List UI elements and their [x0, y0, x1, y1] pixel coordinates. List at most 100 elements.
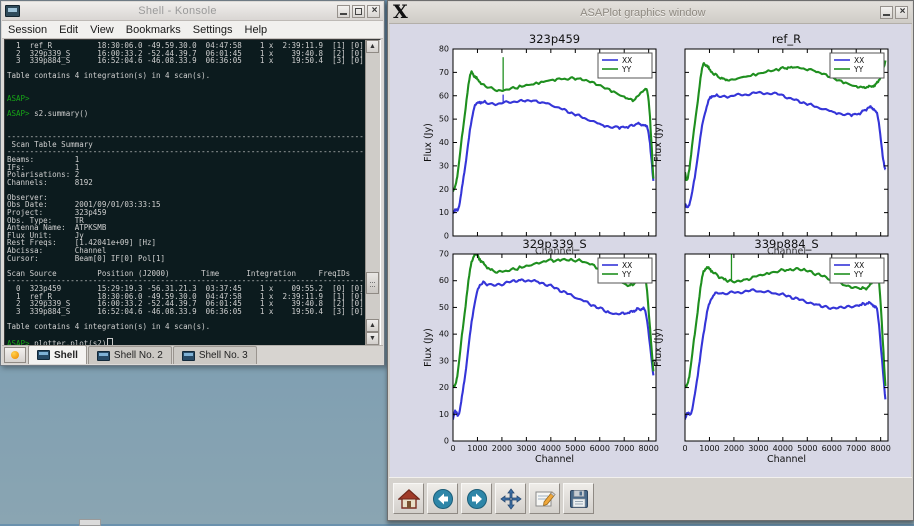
y-tick-label: 60	[439, 276, 449, 285]
subplot-329p339_S: 329p339_S Flux (Jy) 01000200030004000500…	[453, 254, 656, 441]
x-tick-label: 5000	[797, 444, 817, 453]
x-tick-label: 4000	[773, 444, 793, 453]
close-icon: ×	[896, 6, 909, 17]
y-tick-label: 60	[439, 91, 449, 100]
terminal-viewport[interactable]: 1 ref_R 18:30:06.0 -49.59.30.0 04:47:58 …	[4, 39, 381, 346]
subplot-title: 329p339_S	[453, 237, 656, 251]
x-tick-label: 7000	[846, 444, 866, 453]
y-tick-label: 50	[439, 303, 449, 312]
y-tick-label: 50	[439, 115, 449, 124]
legend-label: YY	[621, 65, 632, 74]
legend-label: YY	[621, 270, 632, 279]
configure-subplots-button[interactable]	[529, 483, 560, 514]
y-tick-label: 70	[439, 250, 449, 259]
legend-label: XX	[854, 261, 864, 270]
legend-label: YY	[853, 270, 864, 279]
scroll-up-button[interactable]: ▲	[366, 40, 379, 53]
menu-session[interactable]: Session	[2, 23, 53, 37]
terminal-line	[7, 80, 364, 88]
terminal-scrollbar[interactable]: ▲ ▲ ▼	[365, 40, 380, 345]
x-tick-label: 7000	[614, 444, 634, 453]
terminal-line: ASAP> plotter.plot(s2)	[7, 338, 364, 345]
x-tick-label: 0	[450, 444, 455, 453]
terminal-line	[7, 186, 364, 194]
minimize-icon	[883, 14, 890, 16]
maximize-icon	[355, 8, 362, 15]
chart-329p339_S: 0100020003000400050006000700080000102030…	[453, 254, 656, 441]
figure-canvas: 323p459 Flux (Jy) 01020304050607080XXYY …	[390, 24, 911, 478]
shell-tab-icon	[97, 351, 110, 361]
shell-tab-icon	[37, 350, 50, 360]
close-button[interactable]: ×	[367, 5, 380, 18]
x-tick-label: 2000	[724, 444, 744, 453]
taskbar-peek	[79, 519, 101, 526]
terminal-line: ASAP> s2.summary()	[7, 110, 364, 118]
menu-edit[interactable]: Edit	[53, 23, 84, 37]
asaplot-titlebar[interactable]: X ASAPlot graphics window ×	[389, 2, 912, 24]
terminal-line: 3 339p884_S 16:52:04.6 -46.08.33.9 06:36…	[7, 308, 364, 316]
y-axis-label: Flux (Jy)	[423, 246, 434, 449]
new-session-button[interactable]	[4, 347, 26, 363]
maximize-button[interactable]	[352, 5, 365, 18]
y-tick-label: 40	[439, 330, 449, 339]
subplot-ref_R: ref_R Flux (Jy) XXYY Channel	[685, 49, 888, 236]
save-floppy-icon	[568, 488, 590, 510]
x-tick-label: 1000	[467, 444, 487, 453]
y-axis-label: Flux (Jy)	[423, 41, 434, 244]
minimize-button[interactable]	[337, 5, 350, 18]
terminal-line: Table contains 4 integration(s) in 4 sca…	[7, 72, 364, 80]
pan-button[interactable]	[495, 483, 526, 514]
forward-button[interactable]	[461, 483, 492, 514]
y-tick-label: 80	[439, 45, 449, 54]
legend: XXYY	[598, 53, 652, 78]
y-axis-label: Flux (Jy)	[653, 41, 664, 244]
x-tick-label: 0	[682, 444, 687, 453]
y-tick-label: 0	[444, 437, 449, 446]
tab-label: Shell No. 3	[199, 350, 248, 361]
close-icon: ×	[368, 5, 381, 16]
terminal-line	[7, 331, 364, 339]
scroll-down-button[interactable]: ▼	[366, 332, 379, 345]
tab-label: Shell	[54, 350, 78, 361]
back-button[interactable]	[427, 483, 458, 514]
subplot-title: 339p884_S	[685, 237, 888, 251]
forward-arrow-icon	[466, 488, 488, 510]
legend-label: YY	[853, 65, 864, 74]
save-button[interactable]	[563, 483, 594, 514]
x-tick-label: 6000	[822, 444, 842, 453]
y-tick-label: 0	[444, 232, 449, 241]
legend-label: XX	[622, 261, 632, 270]
x-tick-label: 4000	[541, 444, 561, 453]
menu-bookmarks[interactable]: Bookmarks	[120, 23, 187, 37]
konsole-app-icon	[5, 5, 20, 17]
chart-323p459: 01020304050607080XXYY	[453, 49, 656, 236]
terminal-line: Channels: 8192	[7, 179, 364, 187]
terminal-cursor	[107, 338, 113, 345]
x-axis-label: Channel	[453, 454, 656, 465]
subplot-title: ref_R	[685, 32, 888, 46]
home-button[interactable]	[393, 483, 424, 514]
legend: XXYY	[830, 258, 884, 283]
asaplot-window-title: ASAPlot graphics window	[408, 7, 878, 19]
tab-label: Shell No. 2	[114, 350, 163, 361]
tab-shell-3[interactable]: Shell No. 3	[173, 346, 257, 364]
menu-view[interactable]: View	[84, 23, 120, 37]
menu-help[interactable]: Help	[239, 23, 274, 37]
scrollbar-thumb[interactable]	[366, 272, 379, 294]
y-tick-label: 10	[439, 208, 449, 217]
menu-settings[interactable]: Settings	[187, 23, 239, 37]
home-icon	[398, 488, 420, 510]
tab-shell-2[interactable]: Shell No. 2	[88, 346, 172, 364]
konsole-window: Shell - Konsole × Session Edit View Book…	[0, 0, 385, 366]
subplot-339p884_S: 339p884_S Flux (Jy) 01000200030004000500…	[685, 254, 888, 441]
terminal-line: 3 339p884_S 16:52:04.6 -46.08.33.9 06:36…	[7, 57, 364, 65]
tab-shell[interactable]: Shell	[28, 345, 87, 364]
matplotlib-toolbar	[389, 477, 912, 519]
konsole-titlebar[interactable]: Shell - Konsole ×	[2, 2, 383, 21]
terminal-line: Table contains 4 integration(s) in 4 sca…	[7, 323, 364, 331]
close-button[interactable]: ×	[895, 6, 908, 19]
terminal-line: Cursor: Beam[0] IF[0] Pol[1]	[7, 255, 364, 263]
x-axis-label: Channel	[685, 454, 888, 465]
minimize-button[interactable]	[880, 6, 893, 19]
scroll-up-button-2[interactable]: ▲	[366, 319, 379, 332]
